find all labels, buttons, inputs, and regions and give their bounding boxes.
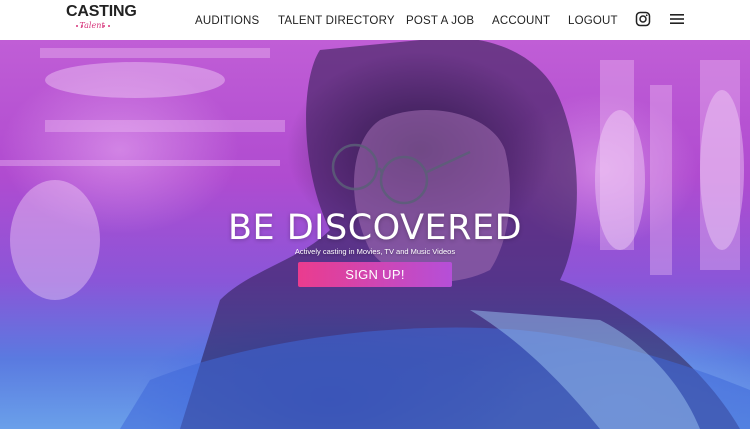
hero-subtitle: Actively casting in Movies, TV and Music…: [294, 247, 456, 256]
logo-wordmark: CASTING: [66, 3, 137, 20]
hero-banner: BE DISCOVERED Actively casting in Movies…: [0, 40, 750, 429]
sign-up-button[interactable]: SIGN UP!: [298, 262, 452, 287]
nav-post-a-job[interactable]: POST A JOB: [406, 13, 474, 29]
nav-talent-directory[interactable]: TALENT DIRECTORY: [278, 13, 395, 29]
nav-logout[interactable]: LOGOUT: [568, 13, 618, 29]
logo-tagline: Talent: [79, 21, 105, 30]
nav-account[interactable]: ACCOUNT: [492, 13, 550, 29]
hamburger-menu-icon[interactable]: [669, 11, 687, 29]
site-header: CASTING Talent AUDITIONS TALENT DIRECTOR…: [0, 0, 750, 40]
casting-talent-logo[interactable]: CASTING Talent: [66, 3, 137, 37]
nav-auditions[interactable]: AUDITIONS: [195, 13, 259, 29]
instagram-icon[interactable]: [635, 11, 653, 29]
hero-title: BE DISCOVERED: [227, 208, 523, 248]
